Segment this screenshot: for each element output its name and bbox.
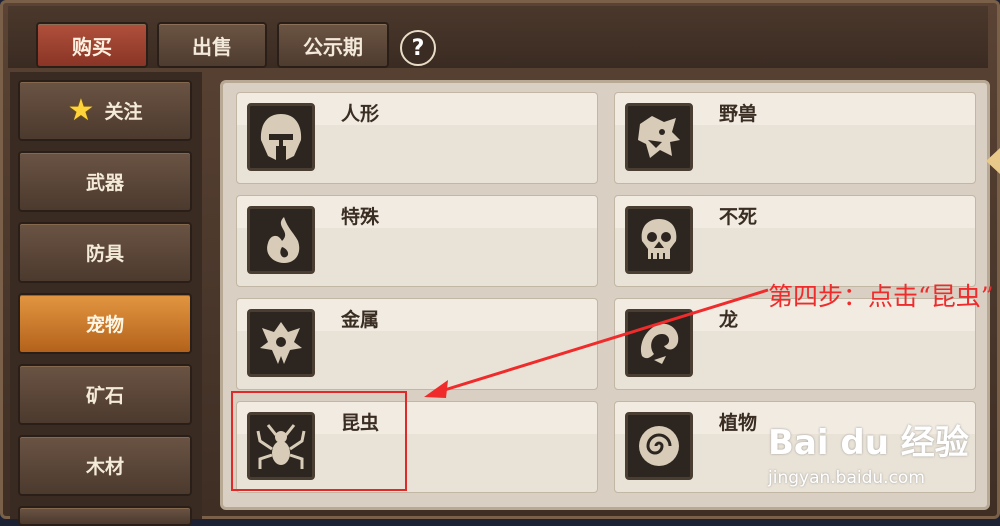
help-icon: ?	[411, 35, 425, 61]
dragon-icon	[625, 309, 693, 377]
baidu-watermark: Bai du 经验 jingyan.baidu.com	[768, 415, 969, 488]
sidebar-item-wood[interactable]: 木材	[18, 435, 192, 496]
tab-public-period[interactable]: 公示期	[277, 22, 389, 68]
watermark-url: jingyan.baidu.com	[768, 468, 925, 488]
sidebar-item-label: 宠物	[85, 314, 124, 336]
category-beast[interactable]: 野兽	[614, 92, 976, 184]
category-label: 人形	[341, 103, 380, 125]
sidebar-item-more[interactable]	[18, 506, 192, 526]
tab-buy[interactable]: 购买	[36, 22, 148, 68]
sidebar-item-label: 武器	[85, 172, 124, 194]
sidebar-item-favorites[interactable]: ★ 关注	[18, 80, 192, 141]
category-label: 野兽	[719, 103, 758, 125]
tab-sell[interactable]: 出售	[157, 22, 267, 68]
sidebar-item-pets[interactable]: 宠物	[18, 293, 192, 354]
sidebar-item-label: 木材	[85, 456, 124, 478]
plant-spiral-icon	[625, 412, 693, 480]
category-metal[interactable]: 金属	[236, 298, 598, 390]
sidebar-item-label: 矿石	[85, 385, 124, 407]
category-label: 不死	[719, 206, 758, 228]
sidebar-item-weapons[interactable]: 武器	[18, 151, 192, 212]
annotation-text: 第四步：点击“昆虫”	[768, 282, 994, 311]
tab-bar	[8, 6, 988, 68]
sidebar-item-ore[interactable]: 矿石	[18, 364, 192, 425]
help-button[interactable]: ?	[400, 30, 436, 66]
category-special[interactable]: 特殊	[236, 195, 598, 287]
sidebar-item-armor[interactable]: 防具	[18, 222, 192, 283]
skull-icon	[625, 206, 693, 274]
sidebar-item-label: 关注	[104, 101, 143, 123]
watermark-brand: Bai du 经验	[768, 423, 969, 463]
category-label: 特殊	[341, 206, 380, 228]
category-label: 植物	[719, 412, 758, 434]
beast-head-icon	[625, 103, 693, 171]
sidebar-item-label: 防具	[85, 243, 124, 265]
star-icon: ★	[67, 92, 95, 128]
category-label: 龙	[719, 309, 739, 331]
category-humanoid[interactable]: 人形	[236, 92, 598, 184]
flame-icon	[247, 206, 315, 274]
helmet-icon	[247, 103, 315, 171]
sidebar: ★ 关注 武器 防具 宠物 矿石 木材	[10, 72, 202, 526]
category-label: 金属	[341, 309, 380, 331]
category-undead[interactable]: 不死	[614, 195, 976, 287]
metal-emblem-icon	[247, 309, 315, 377]
insect-highlight-box	[231, 391, 407, 491]
